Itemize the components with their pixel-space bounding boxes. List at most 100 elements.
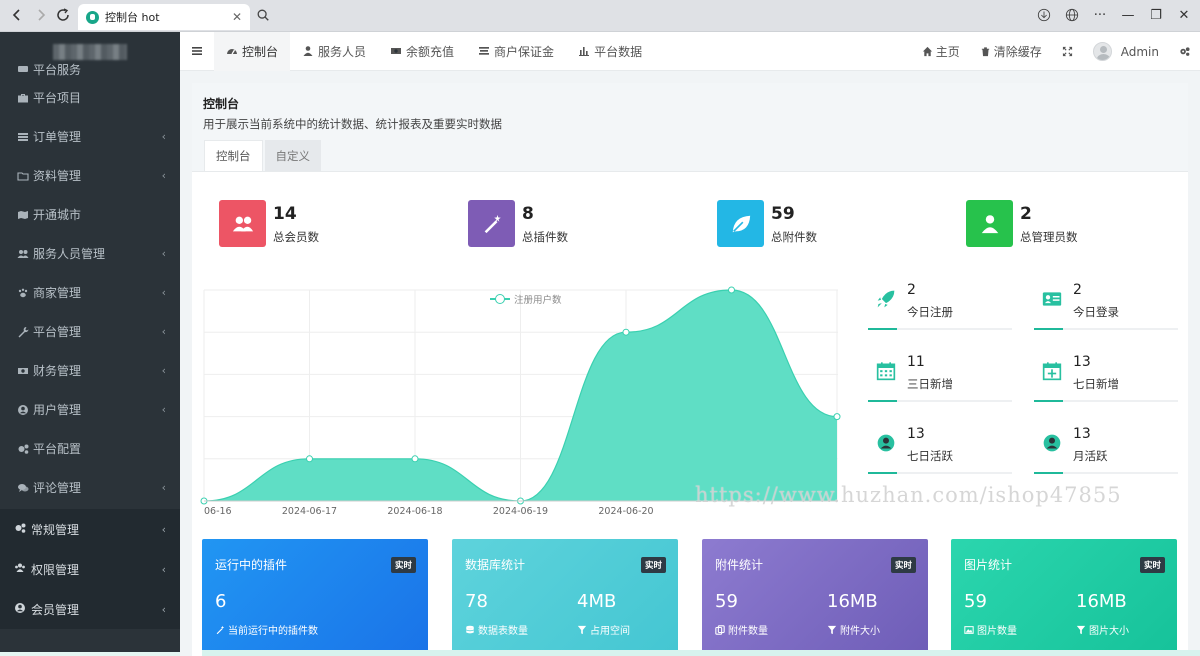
download-icon[interactable]	[1036, 7, 1052, 23]
card-subtitle-secondary: 占用空间	[577, 622, 630, 637]
card-title: 附件统计	[715, 558, 764, 572]
fullscreen-button[interactable]	[1052, 46, 1083, 57]
content-footer-strip	[202, 650, 1200, 656]
gears-icon	[17, 443, 29, 455]
sidebar-group-2[interactable]: 会员管理 ‹	[0, 589, 180, 629]
top-tab-3[interactable]: 商户保证金	[466, 32, 566, 71]
more-icon[interactable]: ···	[1092, 7, 1108, 23]
mini-stat-5: 13 月活跃	[1034, 423, 1178, 485]
restore-icon[interactable]: ❐	[1148, 7, 1164, 23]
minimize-icon[interactable]: —	[1120, 7, 1136, 23]
card-sub-icon	[466, 625, 474, 633]
mini-stat-label: 七日新增	[1073, 377, 1119, 391]
sidebar-item-label: 订单管理	[33, 130, 82, 144]
sidebar-item-4[interactable]: 服务人员管理 ‹	[0, 234, 180, 273]
globe-icon[interactable]	[1064, 7, 1080, 23]
sidebar-item-8[interactable]: 用户管理 ‹	[0, 390, 180, 429]
sidebar-item-label: 平台管理	[33, 325, 82, 339]
avatar	[1092, 42, 1112, 61]
sidebar-item-5[interactable]: 商家管理 ‹	[0, 273, 180, 312]
chevron-left-icon: ‹	[161, 364, 166, 377]
top-tab-0[interactable]: 控制台	[214, 31, 291, 71]
legend-marker-icon	[490, 294, 510, 304]
data-point[interactable]	[833, 413, 841, 421]
chevron-left-icon: ‹	[161, 325, 166, 338]
folder-icon	[17, 170, 29, 182]
chevron-left-icon: ‹	[161, 130, 166, 143]
calendar-plus-icon	[1042, 361, 1064, 383]
progress-bar	[868, 400, 1012, 402]
x-tick-label: 2024-06-18	[387, 506, 442, 517]
data-point[interactable]	[622, 328, 630, 336]
map-icon	[17, 209, 29, 221]
user-icon	[966, 200, 1013, 247]
chevron-left-icon: ‹	[161, 247, 166, 260]
close-icon[interactable]: ✕	[232, 10, 242, 24]
sidebar: 平台服务 平台项目 订单管理 ‹ 资料管理 ‹ 开通城市 服务人员管理 ‹ 商家管理 ‹ 平台管理 ‹…	[0, 32, 180, 656]
data-point[interactable]	[306, 455, 313, 463]
top-tab-4[interactable]: 平台数据	[566, 32, 654, 71]
server-icon	[17, 63, 29, 75]
sidebar-item-10[interactable]: 评论管理 ‹	[0, 468, 180, 507]
sidebar-footer	[0, 652, 180, 656]
sidebar-group-1[interactable]: 权限管理 ‹	[0, 549, 180, 589]
chart-legend[interactable]: 注册用户数	[490, 292, 562, 306]
sidebar-item-label: 平台配置	[33, 442, 82, 456]
top-tab-1[interactable]: 服务人员	[290, 32, 378, 71]
user-circle-icon	[14, 602, 31, 617]
sidebar-item-6[interactable]: 平台管理 ‹	[0, 312, 180, 351]
search-icon[interactable]	[256, 8, 272, 24]
top-tab-2[interactable]: 余额充值	[378, 32, 466, 71]
data-point[interactable]	[728, 286, 735, 294]
sidebar-item-partial[interactable]: 平台服务	[0, 60, 180, 78]
summary-card-2: 附件统计 实时 59 附件数量 16MB 附件大小	[702, 539, 928, 656]
data-point[interactable]	[411, 455, 419, 463]
sidebar-item-0[interactable]: 平台项目	[0, 78, 180, 117]
rocket-icon	[876, 289, 898, 311]
progress-bar	[868, 472, 1012, 474]
card-title: 数据库统计	[465, 558, 526, 572]
trash-icon	[981, 47, 989, 57]
dashboard-icon	[226, 45, 238, 57]
sidebar-item-3[interactable]: 开通城市	[0, 195, 180, 234]
user-circle-icon	[876, 433, 898, 455]
progress-bar	[868, 328, 1012, 330]
home-link[interactable]: 主页	[912, 43, 970, 60]
progress-bar	[1034, 472, 1178, 474]
back-icon[interactable]	[8, 7, 26, 25]
close-window-icon[interactable]: ✕	[1176, 7, 1192, 23]
stat-label: 总插件数	[522, 230, 568, 244]
mini-stat-value: 2	[1073, 282, 1082, 298]
card-subtitle-text: 图片数量	[977, 626, 1017, 637]
card-value: 59	[964, 591, 987, 612]
stat-value: 2	[1020, 204, 1032, 224]
card-value-secondary: 16MB	[827, 591, 878, 612]
sidebar-item-9[interactable]: 平台配置	[0, 429, 180, 468]
sidebar-item-1[interactable]: 订单管理 ‹	[0, 117, 180, 156]
user-menu[interactable]: Admin	[1083, 42, 1169, 61]
card-sub-icon	[216, 625, 225, 634]
browser-tab[interactable]: 控制台 hot ✕	[78, 4, 250, 30]
sidebar-item-label: 财务管理	[33, 364, 82, 378]
reload-icon[interactable]	[54, 7, 72, 25]
tab-dashboard[interactable]: 控制台	[204, 140, 263, 171]
clear-cache-button[interactable]: 清除缓存	[970, 43, 1052, 60]
forward-icon[interactable]	[32, 7, 50, 25]
top-tab-label: 商户保证金	[494, 44, 555, 59]
filter-icon	[1076, 625, 1086, 634]
sidebar-item-label: 资料管理	[33, 169, 82, 183]
chevron-left-icon: ‹	[161, 563, 166, 576]
stat-card-0: 14 总会员数	[219, 200, 439, 250]
sidebar-group-0[interactable]: 常规管理 ‹	[0, 509, 180, 549]
summary-card-1: 数据库统计 实时 78 数据表数量 4MB 占用空间	[452, 539, 678, 656]
card-subtitle: 附件数量	[715, 622, 768, 637]
sidebar-item-label: 商家管理	[33, 286, 82, 300]
settings-button[interactable]	[1169, 46, 1200, 57]
menu-toggle-icon[interactable]	[180, 32, 214, 71]
sidebar-item-7[interactable]: 财务管理 ‹	[0, 351, 180, 390]
stat-row: 14 总会员数 8 总插件数 59 总附件数 2 总管理员数	[219, 200, 1179, 250]
tab-custom[interactable]: 自定义	[264, 140, 321, 171]
mini-stat-value: 13	[1073, 354, 1091, 370]
sidebar-item-2[interactable]: 资料管理 ‹	[0, 156, 180, 195]
sidebar-group-label: 权限管理	[31, 562, 80, 577]
